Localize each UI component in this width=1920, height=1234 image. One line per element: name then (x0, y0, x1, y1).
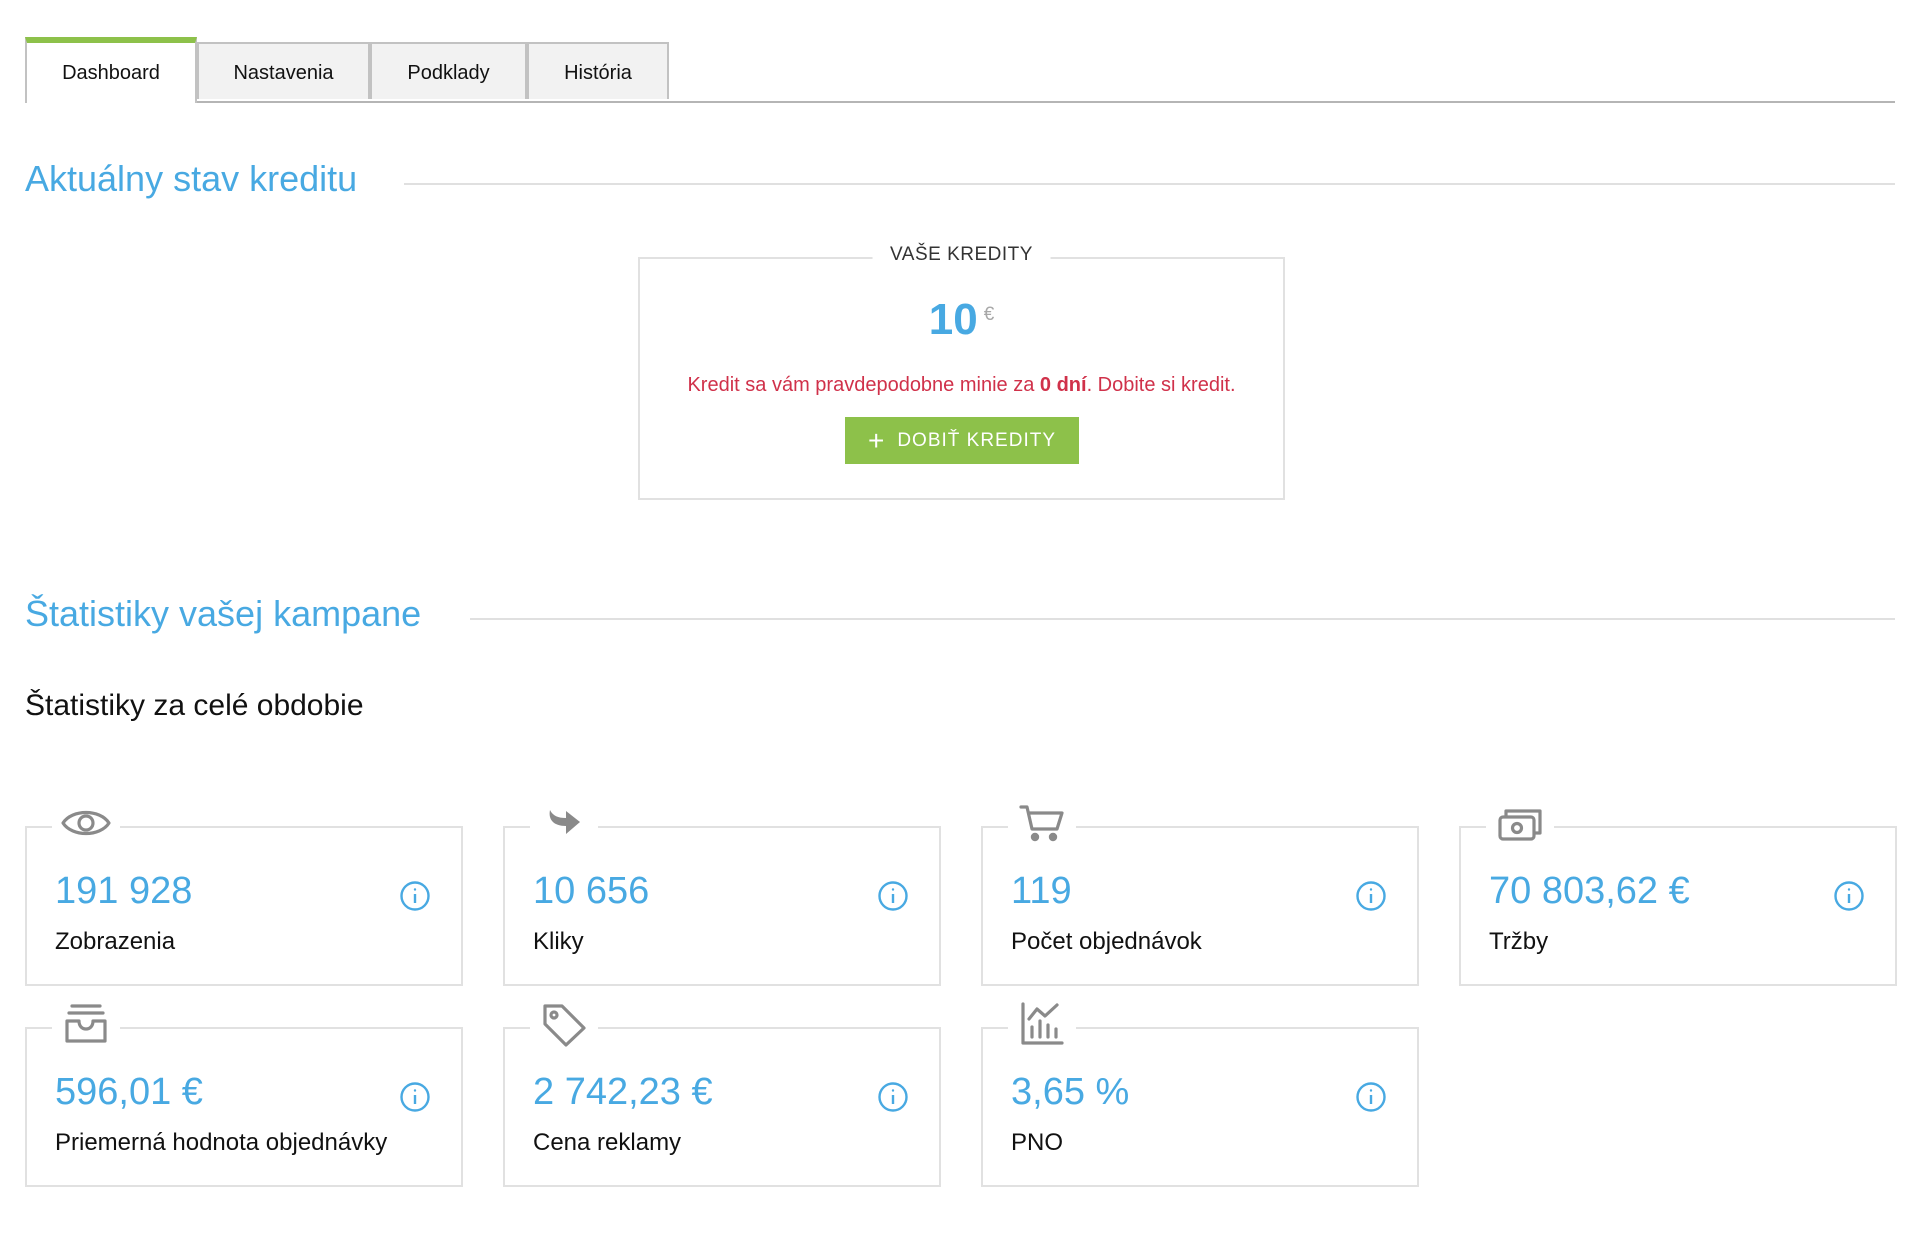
stat-label: PNO (1011, 1129, 1064, 1156)
tab-podklady[interactable]: Podklady (370, 42, 527, 99)
tab-dashboard[interactable]: Dashboard (25, 37, 197, 103)
stat-label: Kliky (533, 928, 584, 955)
stat-label: Tržby (1489, 928, 1549, 955)
plus-icon: + (867, 424, 886, 456)
stats-period-heading: Štatistiky za celé obdobie (25, 689, 364, 722)
stat-card-impressions: 191 928 Zobrazenia (25, 792, 463, 986)
credit-amount: 10 € (640, 295, 1283, 345)
credit-warning: Kredit sa vám pravdepodobne minie za 0 d… (640, 374, 1283, 397)
info-icon[interactable] (1355, 880, 1387, 912)
stat-value: 10 656 (533, 870, 650, 912)
stat-card-pno: 3,65 % PNO (981, 993, 1419, 1187)
topup-credits-label: DOBIŤ KREDITY (897, 429, 1057, 451)
cash-icon (1486, 792, 1554, 854)
credit-warning-suffix: . Dobite si kredit. (1086, 374, 1236, 396)
cart-icon (1008, 792, 1076, 854)
stat-value: 119 (1011, 870, 1072, 912)
credit-warning-days: 0 dní (1039, 374, 1087, 396)
redirect-arrow-icon (530, 792, 598, 854)
credit-currency: € (983, 304, 995, 325)
inbox-icon (52, 993, 120, 1055)
stat-card-revenue: 70 803,62 € Tržby (1459, 792, 1897, 986)
credit-section-divider (404, 183, 1895, 185)
credit-box: VAŠE KREDITY 10 € Kredit sa vám pravdepod… (638, 244, 1285, 500)
tag-icon (530, 993, 598, 1055)
tab-bar: Dashboard Nastavenia Podklady História (25, 37, 1895, 103)
stat-value: 596,01 € (55, 1071, 203, 1113)
topup-credits-button[interactable]: + DOBIŤ KREDITY (845, 417, 1079, 464)
analytics-chart-icon (1008, 993, 1076, 1055)
info-icon[interactable] (877, 1081, 909, 1113)
stat-label: Zobrazenia (55, 928, 176, 955)
info-icon[interactable] (1355, 1081, 1387, 1113)
credit-value: 10 (928, 295, 978, 344)
stats-section-divider (470, 618, 1895, 620)
credit-box-title: VAŠE KREDITY (872, 244, 1051, 266)
stat-card-orders: 119 Počet objednávok (981, 792, 1419, 986)
stat-value: 70 803,62 € (1489, 870, 1690, 912)
stat-card-clicks: 10 656 Kliky (503, 792, 941, 986)
info-icon[interactable] (399, 1081, 431, 1113)
tab-historia[interactable]: História (527, 42, 669, 99)
stat-value: 191 928 (55, 870, 193, 912)
stat-label: Počet objednávok (1011, 928, 1202, 955)
info-icon[interactable] (399, 880, 431, 912)
stat-label: Cena reklamy (533, 1129, 682, 1156)
tab-nastavenia[interactable]: Nastavenia (197, 42, 370, 99)
stat-card-ad-cost: 2 742,23 € Cena reklamy (503, 993, 941, 1187)
stat-card-average-order: 596,01 € Priemerná hodnota objednávky (25, 993, 463, 1187)
stat-value: 3,65 % (1011, 1071, 1130, 1113)
info-icon[interactable] (1833, 880, 1865, 912)
info-icon[interactable] (877, 880, 909, 912)
credit-warning-prefix: Kredit sa vám pravdepodobne minie za (687, 374, 1040, 396)
stats-section-heading: Štatistiky vašej kampane (25, 593, 422, 634)
eye-icon (52, 792, 120, 854)
stat-label: Priemerná hodnota objednávky (55, 1129, 388, 1156)
credit-section-heading: Aktuálny stav kreditu (25, 158, 358, 199)
stat-value: 2 742,23 € (533, 1071, 713, 1113)
